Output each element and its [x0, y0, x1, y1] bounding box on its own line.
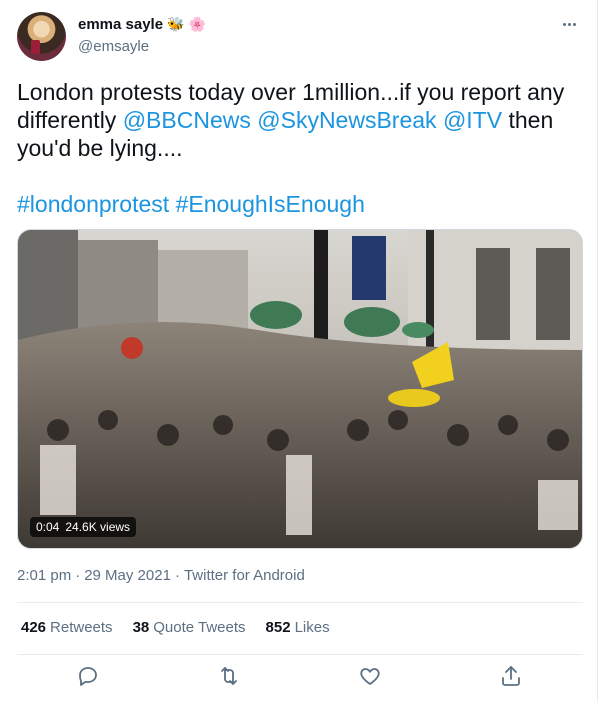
retweet-icon[interactable] [217, 664, 243, 690]
tweet: emma sayle 🐝 🌸 @emsayle London protests … [0, 0, 598, 702]
video-player[interactable]: 0:04 24.6K views [17, 229, 583, 549]
tweet-meta: 2:01 pm · 29 May 2021 · Twitter for Andr… [17, 567, 305, 584]
tweet-stats: 426 Retweets 38 Quote Tweets 852 Likes [21, 619, 330, 636]
video-views: 24.6K views [65, 520, 131, 534]
hashtag-londonprotest[interactable]: #londonprotest [17, 191, 169, 217]
reply-icon[interactable] [76, 664, 102, 690]
like-icon[interactable] [358, 664, 384, 690]
retweets-label: Retweets [50, 619, 113, 636]
display-name[interactable]: emma sayle [78, 16, 163, 33]
user-name-row[interactable]: emma sayle 🐝 🌸 [78, 16, 206, 33]
hashtags: #londonprotest #EnoughIsEnough [17, 190, 365, 218]
mention-skynewsbreak[interactable]: @SkyNewsBreak [257, 107, 436, 133]
retweets-count: 426 [21, 619, 47, 636]
share-icon[interactable] [499, 664, 525, 690]
user-handle[interactable]: @emsayle [78, 38, 149, 55]
quote-tweets-count: 38 [132, 619, 150, 636]
tweet-time[interactable]: 2:01 pm [17, 567, 71, 584]
video-duration: 0:04 [36, 520, 60, 534]
divider [17, 654, 583, 655]
divider [17, 602, 583, 603]
likes-label: Likes [294, 619, 330, 636]
likes-stat[interactable]: 852 Likes [266, 619, 330, 636]
tweet-text: London protests today over 1million...if… [17, 78, 583, 162]
bee-emoji: 🐝 [167, 16, 185, 33]
hashtag-enoughisenough[interactable]: #EnoughIsEnough [176, 191, 365, 217]
likes-count: 852 [265, 619, 291, 636]
quote-tweets-stat[interactable]: 38 Quote Tweets [133, 619, 246, 636]
tweet-actions [0, 660, 598, 696]
mention-bbcnews[interactable]: @BBCNews [123, 107, 251, 133]
mention-itv[interactable]: @ITV [443, 107, 502, 133]
avatar[interactable] [17, 12, 66, 61]
meta-separator: · [75, 567, 81, 584]
video-frame-illustration [18, 230, 582, 548]
flower-emoji: 🌸 [188, 16, 206, 33]
video-info-badge: 0:04 24.6K views [30, 517, 137, 537]
retweets-stat[interactable]: 426 Retweets [21, 619, 113, 636]
more-options-icon[interactable] [559, 14, 579, 34]
tweet-source[interactable]: Twitter for Android [184, 567, 305, 584]
meta-separator: · [174, 567, 180, 584]
quote-tweets-label: Quote Tweets [153, 619, 246, 636]
tweet-date[interactable]: 29 May 2021 [84, 567, 171, 584]
